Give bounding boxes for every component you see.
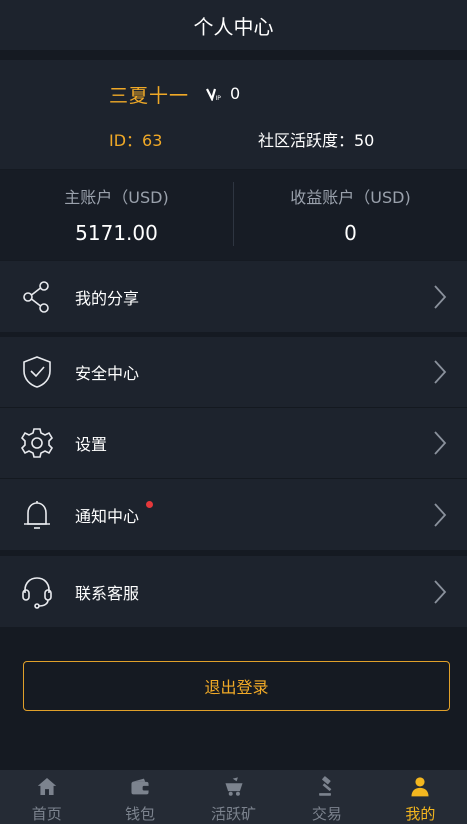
community-activity: 社区活跃度：50	[258, 131, 375, 150]
tab-label-trade: 交易	[311, 805, 342, 823]
user-id: ID：63	[109, 131, 163, 150]
tab-label-mine: 我的	[405, 805, 436, 823]
chevron-right-icon	[434, 502, 447, 527]
main-account[interactable]: 主账户（USD) 5171.00	[0, 170, 233, 260]
username: 三夏十一	[109, 85, 190, 107]
income-account-label: 收益账户（USD)	[290, 188, 411, 207]
tab-wallet[interactable]: 钱包	[93, 770, 186, 824]
vip-badge: IP 0	[206, 84, 240, 103]
menu-label-notifications: 通知中心	[75, 506, 140, 526]
main-account-label: 主账户（USD)	[64, 188, 169, 207]
main-account-value: 5171.00	[75, 221, 158, 245]
bottom-tab-bar: 首页 钱包 活跃矿 交易 我的	[0, 770, 467, 824]
menu-item-security[interactable]: 安全中心	[0, 337, 467, 408]
chevron-right-icon	[434, 360, 447, 384]
menu-label-settings: 设置	[75, 435, 108, 454]
menu-label-support: 联系客服	[75, 583, 140, 603]
gear-icon	[20, 428, 54, 458]
logout-button[interactable]: 退出登录	[23, 661, 450, 711]
tab-mine[interactable]: 我的	[374, 770, 467, 824]
menu-label-security: 安全中心	[75, 364, 140, 383]
headset-icon	[22, 576, 52, 609]
tab-mining[interactable]: 活跃矿	[187, 770, 280, 824]
tab-trade[interactable]: 交易	[280, 770, 373, 824]
user-icon	[411, 777, 429, 797]
home-icon	[37, 777, 56, 796]
mining-cart-icon	[224, 777, 243, 796]
income-account-value: 0	[344, 221, 357, 245]
chevron-right-icon	[434, 284, 447, 309]
menu-item-share[interactable]: 我的分享	[0, 261, 467, 332]
menu-label-share: 我的分享	[75, 288, 140, 308]
svg-text:IP: IP	[216, 95, 222, 101]
tab-label-home: 首页	[31, 805, 62, 823]
page-title: 个人中心	[193, 14, 274, 39]
tab-home[interactable]: 首页	[0, 770, 93, 824]
menu-item-notifications[interactable]: 通知中心	[0, 479, 467, 550]
profile-card: 三夏十一 IP 0 ID：63 社区活跃度：50	[0, 60, 467, 169]
menu-group-share: 我的分享	[0, 261, 467, 332]
menu-group-main: 安全中心 设置 通知中心	[0, 337, 467, 550]
menu-item-support[interactable]: 联系客服	[0, 556, 467, 627]
income-account[interactable]: 收益账户（USD) 0	[234, 170, 467, 260]
wallet-icon	[131, 778, 150, 795]
bell-icon	[24, 500, 50, 529]
menu-group-support: 联系客服	[0, 556, 467, 627]
chevron-right-icon	[434, 579, 447, 604]
menu-item-settings[interactable]: 设置	[0, 408, 467, 479]
chevron-right-icon	[434, 431, 447, 455]
shield-check-icon	[23, 356, 51, 388]
vip-level: 0	[230, 84, 241, 103]
gavel-icon	[319, 776, 332, 796]
share-icon	[23, 280, 49, 313]
tab-label-mining: 活跃矿	[211, 805, 257, 823]
tab-label-wallet: 钱包	[125, 805, 156, 823]
vip-icon: IP	[206, 88, 222, 101]
top-bar: 个人中心	[0, 0, 467, 50]
account-balances: 主账户（USD) 5171.00 收益账户（USD) 0	[0, 170, 467, 260]
unread-dot	[146, 501, 153, 508]
